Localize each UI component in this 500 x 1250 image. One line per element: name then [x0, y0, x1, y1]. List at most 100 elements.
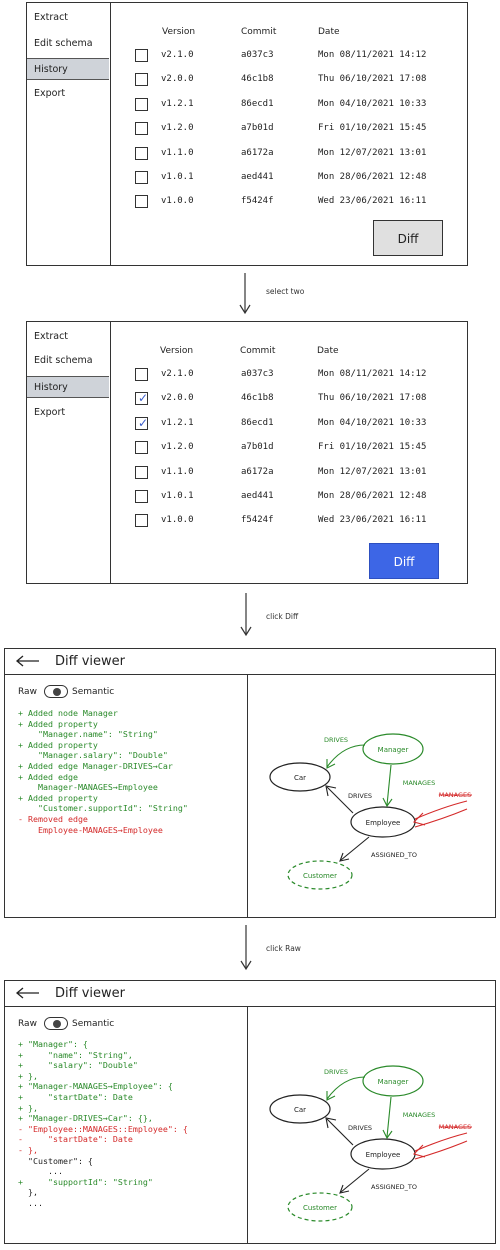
- row-checkbox[interactable]: ✓: [135, 391, 149, 406]
- graph-node-label: Customer: [303, 1204, 337, 1212]
- commit-cell: f5424f: [241, 515, 274, 526]
- graph-edge-assigned-to: [340, 836, 370, 861]
- date-cell: Mon 08/11/2021 14:12: [318, 369, 427, 379]
- row-checkbox[interactable]: ✓: [135, 146, 148, 160]
- commit-cell: 46c1b8: [241, 393, 274, 404]
- checkmark-icon: ✓: [138, 391, 149, 406]
- table-row: ✓ v2.1.0 a037c3 Mon 08/11/2021 14:12: [135, 368, 465, 386]
- column-header-commit: Commit: [241, 27, 277, 37]
- column-header-commit: Commit: [240, 346, 276, 356]
- date-cell: Thu 06/10/2021 17:08: [318, 74, 427, 85]
- row-checkbox[interactable]: ✓: [135, 416, 148, 430]
- commit-cell: a6172a: [241, 466, 274, 477]
- added-line: + },: [18, 1070, 38, 1081]
- context-line: "Customer": {: [18, 1155, 93, 1166]
- row-checkbox[interactable]: ✓: [135, 73, 148, 87]
- graph-node-label: Manager: [378, 746, 409, 754]
- sidebar-item-export[interactable]: Export: [27, 83, 109, 105]
- graph-edge-manages-removed: [414, 1132, 468, 1152]
- graph-edge-label: DRIVES: [324, 736, 348, 744]
- sidebar-item-edit-schema[interactable]: Edit schema: [27, 33, 109, 55]
- sidebar-item-extract[interactable]: Extract: [27, 7, 109, 29]
- added-line: "Manager.name": "String": [18, 729, 158, 740]
- sidebar: Extract Edit schema History Export: [27, 3, 111, 265]
- history-screen-selected: Extract Edit schema History Export Versi…: [26, 321, 468, 584]
- version-cell: v2.0.0: [161, 74, 194, 85]
- schema-graph: Manager Car Employee Customer DRIVES MANAGES D…: [269, 1065, 472, 1222]
- commit-cell: 86ecd1: [241, 417, 274, 428]
- commit-cell: f5424f: [241, 196, 274, 207]
- version-cell: v1.2.1: [161, 417, 194, 428]
- row-checkbox[interactable]: ✓: [135, 122, 148, 136]
- sidebar-item-export[interactable]: Export: [27, 402, 109, 424]
- row-checkbox[interactable]: ✓: [135, 49, 148, 62]
- graph-edge-label: DRIVES: [348, 792, 372, 800]
- table-row: ✓ v1.2.0 a7b01d Fri 01/10/2021 15:45: [135, 122, 465, 140]
- raw-semantic-toggle[interactable]: [44, 685, 68, 698]
- date-cell: Mon 12/07/2021 13:01: [318, 466, 427, 477]
- commit-cell: aed441: [241, 172, 274, 182]
- table-row: ✓ v1.0.0 f5424f Wed 23/06/2021 16:11: [135, 514, 465, 532]
- graph-edge-drives: [326, 1118, 354, 1146]
- sidebar-item-history[interactable]: History: [27, 58, 109, 80]
- graph-edge-drives-added: [326, 1076, 366, 1100]
- removed-line: - "Employee::MANAGES::Employee": {: [18, 1123, 188, 1134]
- table-row: ✓ v1.2.1 86ecd1 Mon 04/10/2021 10:33: [135, 97, 465, 116]
- date-cell: Mon 28/06/2021 12:48: [318, 491, 427, 501]
- graph-edge-label: MANAGES: [403, 779, 436, 787]
- version-cell: v2.0.0: [161, 393, 194, 404]
- date-cell: Mon 08/11/2021 14:12: [318, 50, 427, 60]
- commit-cell: aed441: [241, 491, 274, 501]
- context-line: ...: [18, 1197, 43, 1208]
- row-checkbox[interactable]: ✓: [135, 195, 148, 209]
- row-checkbox[interactable]: ✓: [135, 368, 148, 381]
- column-header-date: Date: [318, 27, 340, 37]
- step-click-raw: click Raw: [236, 924, 436, 971]
- added-line: + },: [18, 1102, 38, 1113]
- raw-semantic-toggle[interactable]: [44, 1017, 68, 1030]
- row-checkbox[interactable]: ✓: [135, 97, 148, 111]
- sidebar-item-extract[interactable]: Extract: [27, 326, 109, 348]
- diff-button[interactable]: Diff: [373, 220, 443, 256]
- step-label: click Raw: [266, 944, 301, 953]
- diff-button[interactable]: Diff: [369, 543, 439, 579]
- back-arrow-icon[interactable]: [15, 654, 41, 668]
- toggle-label-raw: Raw: [18, 687, 37, 697]
- version-cell: v1.2.1: [161, 98, 194, 109]
- table-row: ✓ v1.2.1 86ecd1 Mon 04/10/2021 10:33: [135, 416, 465, 435]
- row-checkbox[interactable]: ✓: [135, 490, 148, 503]
- row-checkbox[interactable]: ✓: [135, 514, 148, 528]
- added-line: + Added edge Manager-DRIVES→Car: [18, 760, 173, 771]
- viewer-header: Diff viewer: [5, 649, 495, 675]
- added-line: + Added property: [18, 739, 98, 750]
- date-cell: Mon 28/06/2021 12:48: [318, 172, 427, 182]
- version-cell: v1.2.0: [161, 123, 194, 134]
- column-header-date: Date: [317, 346, 339, 356]
- step-click-diff: click Diff: [236, 592, 436, 637]
- row-checkbox[interactable]: ✓: [135, 171, 148, 184]
- added-line: + "Manager-MANAGES→Employee": {: [18, 1081, 173, 1092]
- semantic-diff-list: + Added node Manager + Added property "Ma…: [18, 708, 188, 835]
- commit-cell: a7b01d: [241, 442, 274, 453]
- back-arrow-icon[interactable]: [15, 986, 41, 1000]
- sidebar-item-history[interactable]: History: [27, 376, 109, 398]
- added-line: + Added edge: [18, 771, 78, 782]
- table-row: ✓ v2.1.0 a037c3 Mon 08/11/2021 14:12: [135, 49, 465, 67]
- removed-line: - },: [18, 1144, 38, 1155]
- step-label: click Diff: [266, 612, 299, 621]
- graph-node-label: Employee: [366, 1151, 401, 1159]
- date-cell: Fri 01/10/2021 15:45: [318, 442, 427, 453]
- version-cell: v2.1.0: [161, 369, 194, 379]
- date-cell: Mon 04/10/2021 10:33: [318, 417, 427, 428]
- panel-divider: [247, 1007, 248, 1243]
- schema-graph: Manager Car Employee Customer DRIVES MANAGES D…: [269, 733, 472, 890]
- row-checkbox[interactable]: ✓: [135, 441, 148, 455]
- commit-cell: a037c3: [241, 369, 274, 379]
- added-line: + "salary": "Double": [18, 1060, 138, 1071]
- version-cell: v1.0.1: [161, 491, 194, 501]
- row-checkbox[interactable]: ✓: [135, 465, 148, 479]
- sidebar-item-edit-schema[interactable]: Edit schema: [27, 350, 109, 372]
- table-row: ✓ v2.0.0 46c1b8 Thu 06/10/2021 17:08: [135, 73, 465, 91]
- table-row: ✓ v1.0.0 f5424f Wed 23/06/2021 16:11: [135, 195, 465, 213]
- version-cell: v2.1.0: [161, 50, 194, 60]
